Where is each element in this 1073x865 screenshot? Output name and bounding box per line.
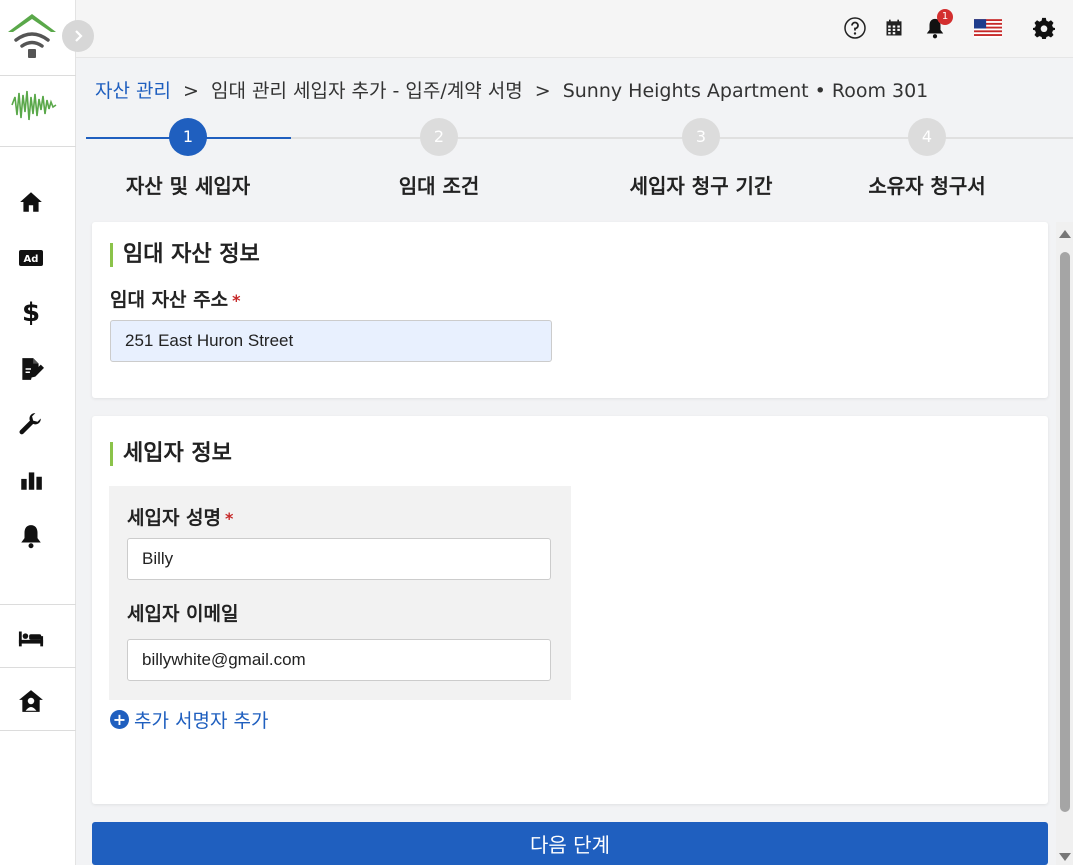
- brand-waveform-logo: [10, 85, 58, 125]
- scroll-down-arrow-icon[interactable]: [1059, 853, 1071, 861]
- tenant-card-title: 세입자 정보: [110, 442, 232, 466]
- breadcrumb-separator: >: [534, 80, 551, 102]
- breadcrumb: 자산 관리 > 임대 관리 세입자 추가 - 입주/계약 서명 > Sunny …: [95, 76, 928, 103]
- step-4[interactable]: 4 소유자 청구서: [817, 118, 1037, 199]
- wizard-stepper: 1 자산 및 세입자 2 임대 조건 3 세입자 청구 기간 4 소유자 청구서: [86, 118, 1073, 208]
- step-2-label: 임대 조건: [398, 174, 480, 198]
- flag-us-icon[interactable]: [973, 14, 1003, 42]
- step-3[interactable]: 3 세입자 청구 기간: [591, 118, 811, 199]
- address-input[interactable]: [110, 320, 552, 362]
- plus-circle-icon: +: [110, 710, 129, 729]
- sidebar-toggle-button[interactable]: [62, 20, 94, 52]
- gear-icon[interactable]: [1030, 14, 1058, 42]
- required-asterisk: *: [225, 509, 234, 528]
- tenant-name-input[interactable]: [127, 538, 551, 580]
- step-2-number: 2: [420, 118, 458, 156]
- calendar-icon[interactable]: [880, 14, 908, 42]
- home-icon[interactable]: [16, 187, 46, 217]
- required-asterisk: *: [232, 291, 241, 310]
- app-logo[interactable]: [6, 8, 58, 60]
- property-info-card: 임대 자산 정보 임대 자산 주소 *: [92, 222, 1048, 398]
- document-edit-icon[interactable]: [16, 354, 46, 384]
- tenant-name-label: 세입자 성명 *: [127, 503, 233, 530]
- step-4-number: 4: [908, 118, 946, 156]
- tenant-fields-group: 세입자 성명* 세입자 이메일: [109, 486, 571, 700]
- notifications-bell-icon[interactable]: 1: [921, 9, 953, 42]
- bed-icon[interactable]: [16, 623, 46, 653]
- breadcrumb-current: Sunny Heights Apartment • Room 301: [562, 80, 929, 102]
- help-icon[interactable]: [841, 14, 869, 42]
- top-bar: 1: [76, 0, 1073, 58]
- dollar-icon[interactable]: $: [16, 298, 46, 328]
- step-4-label: 소유자 청구서: [868, 174, 986, 198]
- sidebar-divider: [0, 146, 76, 147]
- scroll-up-arrow-icon[interactable]: [1059, 230, 1071, 238]
- dollar-icon-glyph: $: [21, 298, 41, 328]
- tenant-email-label: 세입자 이메일: [127, 603, 239, 625]
- wrench-icon[interactable]: [16, 410, 46, 440]
- step-2[interactable]: 2 임대 조건: [329, 118, 549, 199]
- notification-count-badge: 1: [937, 9, 953, 25]
- vertical-scrollbar[interactable]: [1056, 222, 1073, 865]
- tenant-name-label-text: 세입자 성명: [127, 507, 222, 529]
- scrollbar-thumb[interactable]: [1060, 252, 1070, 812]
- house-person-icon[interactable]: [16, 686, 46, 716]
- breadcrumb-separator: >: [183, 80, 199, 102]
- sidebar-divider: [0, 604, 76, 605]
- bell-icon[interactable]: [16, 521, 46, 551]
- sidebar-divider: [0, 75, 76, 76]
- step-3-label: 세입자 청구 기간: [629, 174, 773, 198]
- sidebar-divider: [0, 730, 76, 731]
- tenant-email-input[interactable]: [127, 639, 551, 681]
- ad-icon[interactable]: Ad: [16, 243, 46, 273]
- property-card-title: 임대 자산 정보: [110, 243, 260, 267]
- breadcrumb-middle: 임대 관리 세입자 추가 - 입주/계약 서명: [210, 80, 523, 102]
- ad-icon-label: Ad: [24, 254, 39, 265]
- step-1-number: 1: [169, 118, 207, 156]
- step-1[interactable]: 1 자산 및 세입자: [78, 118, 298, 199]
- address-label-text: 임대 자산 주소: [110, 289, 229, 311]
- add-signer-label: 추가 서명자 추가: [134, 710, 269, 732]
- chevron-right-icon: [75, 30, 83, 42]
- breadcrumb-root-link[interactable]: 자산 관리: [95, 80, 171, 102]
- bar-chart-icon[interactable]: [16, 465, 46, 495]
- address-label: 임대 자산 주소 *: [110, 285, 241, 312]
- step-3-number: 3: [682, 118, 720, 156]
- sidebar-divider: [0, 667, 76, 668]
- sidebar: Ad $: [0, 0, 76, 865]
- tenant-info-card: 세입자 정보 세입자 성명* 세입자 이메일 + 추가 서명자 추가: [92, 416, 1048, 804]
- add-signer-link[interactable]: + 추가 서명자 추가: [110, 706, 268, 733]
- next-step-button[interactable]: 다음 단계: [92, 822, 1048, 865]
- step-1-label: 자산 및 세입자: [125, 174, 251, 198]
